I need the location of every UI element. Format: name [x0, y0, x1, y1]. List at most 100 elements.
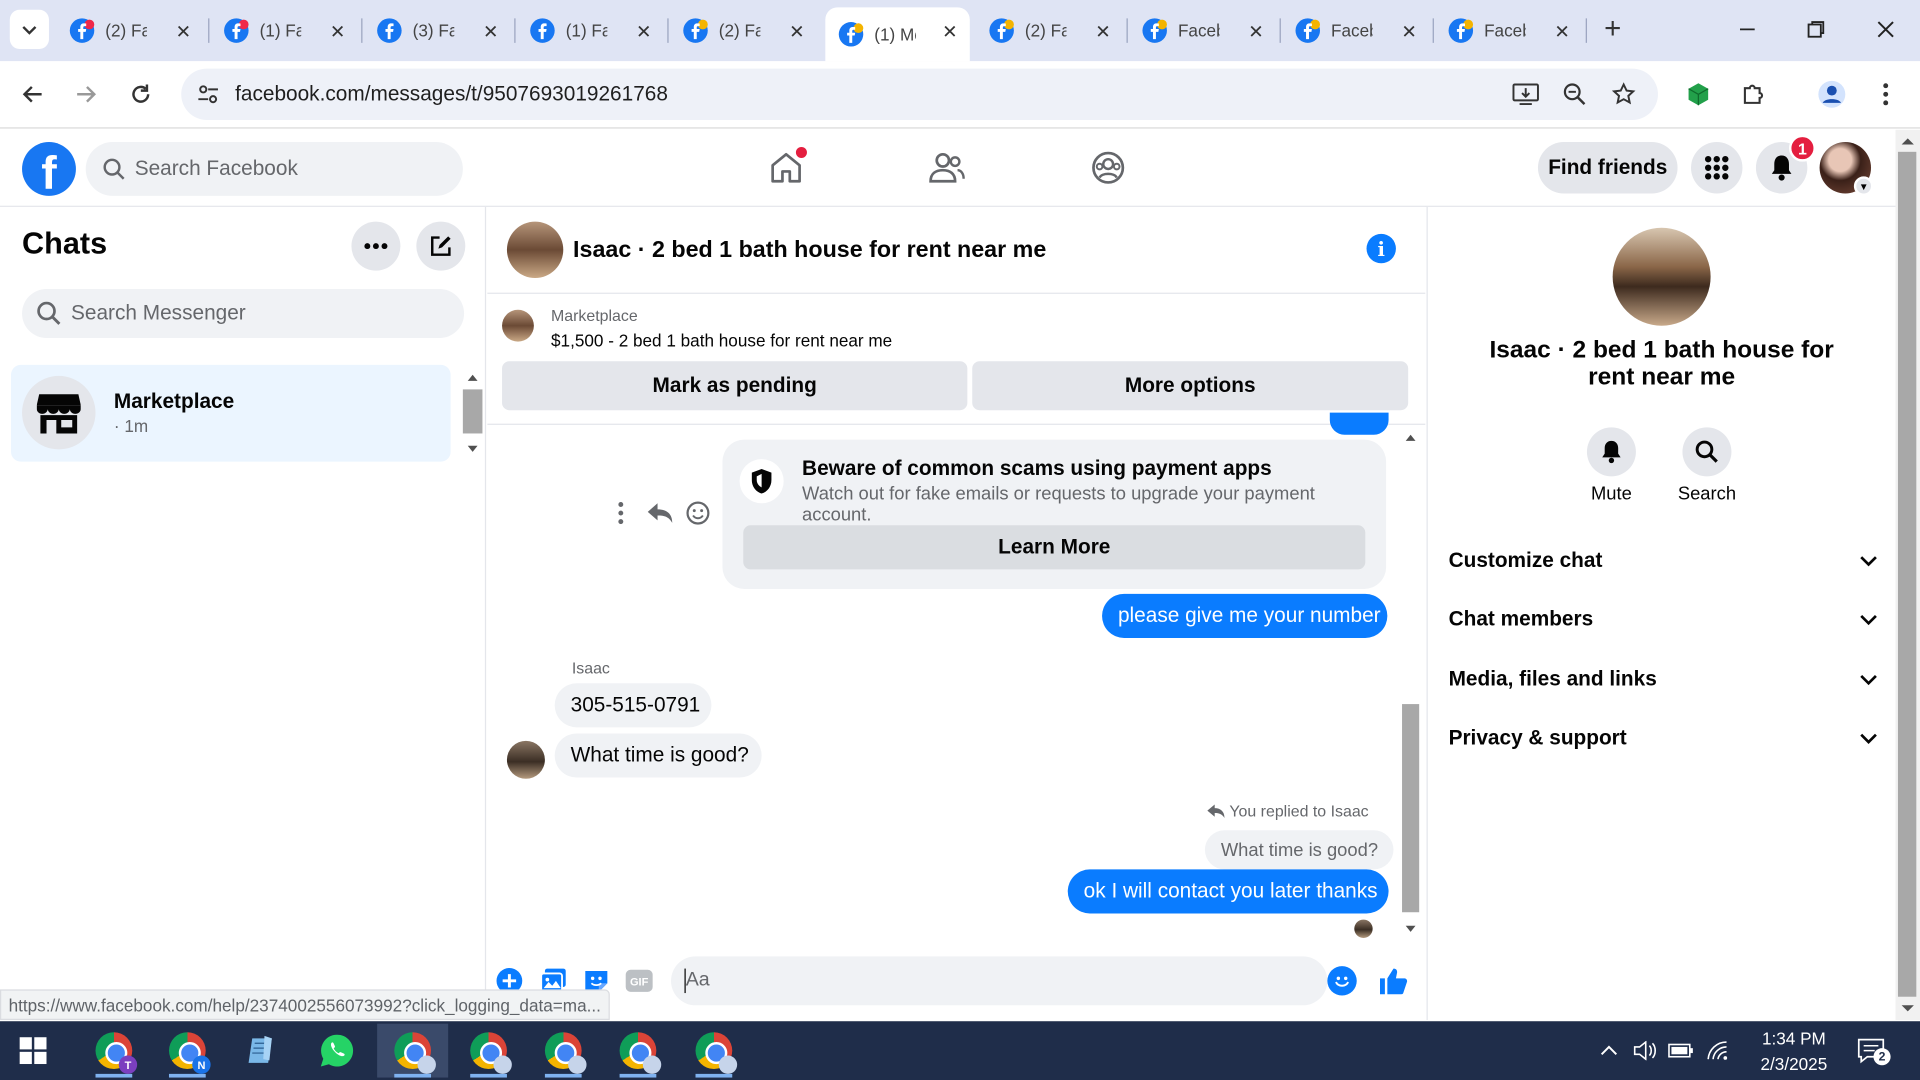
taskbar-chrome-app[interactable]: N	[152, 1024, 223, 1078]
conversation-title[interactable]: Isaac · 2 bed 1 bath house for rent near…	[573, 238, 1046, 265]
taskbar-chrome-app[interactable]	[678, 1024, 749, 1078]
extension-icon[interactable]	[1681, 77, 1715, 111]
message-bubble-incoming[interactable]: What time is good?	[554, 733, 762, 778]
taskbar-chrome-app[interactable]	[453, 1024, 524, 1078]
chats-options-button[interactable]	[351, 221, 401, 271]
scrollbar-thumb[interactable]	[1897, 151, 1917, 997]
emoji-react-icon[interactable]	[686, 501, 710, 525]
browser-tab[interactable]: (2) Fa ✕	[976, 7, 1123, 54]
message-bubble-outgoing[interactable]: please give me your number	[1102, 593, 1388, 638]
gif-button[interactable]: GIF	[624, 966, 653, 995]
taskbar-chrome-app-active[interactable]	[377, 1023, 449, 1078]
browser-tab[interactable]: (2) Fa ✕	[670, 7, 817, 54]
tab-search-button[interactable]	[9, 9, 49, 49]
scroll-down-icon[interactable]	[1401, 922, 1421, 937]
quoted-message[interactable]: What time is good?	[1204, 830, 1394, 870]
scroll-up-icon[interactable]	[463, 371, 483, 383]
show-hidden-icons-button[interactable]	[1594, 1036, 1623, 1065]
page-scrollbar[interactable]	[1895, 129, 1920, 1021]
message-input[interactable]: Aa	[671, 956, 1357, 1006]
sender-avatar[interactable]	[506, 740, 545, 779]
bookmark-star-icon[interactable]	[1609, 80, 1638, 109]
extensions-button[interactable]	[1736, 77, 1770, 111]
url-text[interactable]: facebook.com/messages/t/9507693019261768	[235, 82, 668, 106]
reload-button[interactable]	[122, 76, 159, 113]
listing-price-title[interactable]: $1,500 - 2 bed 1 bath house for rent nea…	[551, 331, 892, 351]
forward-button[interactable]	[67, 76, 104, 113]
scroll-down-icon[interactable]	[1896, 1000, 1920, 1017]
more-options-button[interactable]: More options	[972, 361, 1409, 411]
menu-button[interactable]	[1691, 142, 1743, 194]
windows-start-icon[interactable]	[19, 1037, 47, 1065]
site-info-icon[interactable]	[196, 82, 220, 106]
search-in-conversation-button[interactable]: Search	[1670, 427, 1743, 504]
message-bubble-outgoing[interactable]: ok I will contact you later thanks	[1067, 869, 1389, 914]
battery-button[interactable]	[1667, 1036, 1696, 1065]
scrollbar-thumb[interactable]	[1402, 704, 1420, 913]
browser-tab[interactable]: Faceb ✕	[1129, 7, 1276, 54]
close-tab-icon[interactable]: ✕	[789, 21, 804, 43]
mark-as-pending-button[interactable]: Mark as pending	[502, 361, 968, 411]
taskbar-chrome-app[interactable]	[528, 1024, 599, 1078]
close-tab-icon[interactable]: ✕	[1554, 21, 1569, 43]
browser-tab[interactable]: Faceb ✕	[1282, 7, 1429, 54]
scroll-up-icon[interactable]	[1401, 430, 1421, 445]
taskbar-chrome-app[interactable]: T	[78, 1024, 149, 1078]
listing-thumbnail[interactable]	[502, 309, 534, 342]
close-tab-icon[interactable]: ✕	[1401, 21, 1416, 43]
action-center-button[interactable]: 2	[1856, 1036, 1891, 1066]
close-window-button[interactable]	[1869, 12, 1903, 46]
chat-list-scrollbar[interactable]	[462, 371, 483, 459]
new-message-button[interactable]	[416, 221, 466, 271]
close-tab-icon[interactable]: ✕	[636, 21, 651, 43]
customize-chat-section[interactable]: Customize chat	[1449, 536, 1878, 585]
browser-tab[interactable]: Faceb ✕	[1435, 7, 1582, 54]
message-bubble-incoming[interactable]: 305-515-0791	[554, 683, 712, 728]
back-button[interactable]	[15, 76, 52, 113]
browser-tab[interactable]: (2) Fa ✕	[56, 7, 203, 54]
browser-tab-active[interactable]: (1) Me ✕	[825, 7, 970, 62]
restore-button[interactable]	[1799, 12, 1833, 46]
info-icon[interactable]: i	[1366, 233, 1396, 264]
taskbar-whatsapp-app[interactable]	[301, 1024, 372, 1078]
facebook-search[interactable]: Search Facebook	[85, 142, 463, 196]
profile-button[interactable]	[1815, 77, 1849, 111]
scroll-down-icon[interactable]	[463, 443, 483, 455]
wifi-button[interactable]	[1704, 1036, 1733, 1065]
chat-list-item[interactable]: Marketplace · 1m	[11, 364, 451, 462]
install-app-icon[interactable]	[1511, 80, 1540, 109]
media-files-links-section[interactable]: Media, files and links	[1449, 655, 1878, 704]
minimize-button[interactable]	[1730, 12, 1764, 46]
browser-menu-button[interactable]	[1869, 77, 1903, 111]
close-tab-icon[interactable]: ✕	[483, 21, 498, 43]
close-tab-icon[interactable]: ✕	[942, 21, 957, 43]
close-tab-icon[interactable]: ✕	[1248, 21, 1263, 43]
message-bubble-outgoing[interactable]	[1329, 412, 1389, 435]
taskbar-chrome-app[interactable]	[602, 1024, 673, 1078]
facebook-logo[interactable]: f	[22, 142, 76, 196]
close-tab-icon[interactable]: ✕	[1095, 21, 1110, 43]
close-tab-icon[interactable]: ✕	[330, 21, 345, 43]
browser-tab[interactable]: (1) Fa ✕	[517, 7, 664, 54]
browser-tab[interactable]: (3) Fa ✕	[364, 7, 511, 54]
taskbar-clock[interactable]: 1:34 PM 2/3/2025	[1739, 1026, 1849, 1077]
volume-button[interactable]	[1631, 1036, 1660, 1065]
conversation-scrollbar[interactable]	[1401, 427, 1421, 936]
more-vertical-icon[interactable]	[617, 502, 624, 525]
find-friends-button[interactable]: Find friends	[1537, 142, 1678, 194]
nav-friends[interactable]	[926, 147, 968, 189]
taskbar-notepad-app[interactable]	[227, 1024, 298, 1078]
scroll-up-icon[interactable]	[1896, 132, 1920, 149]
mute-button[interactable]: Mute	[1575, 427, 1648, 504]
address-bar[interactable]: facebook.com/messages/t/9507693019261768	[181, 68, 1658, 121]
privacy-support-section[interactable]: Privacy & support	[1449, 714, 1878, 763]
chevron-down-icon[interactable]: ▼	[1853, 176, 1874, 196]
learn-more-button[interactable]: Learn More	[743, 525, 1366, 570]
scrollbar-thumb[interactable]	[462, 389, 483, 434]
emoji-button[interactable]	[1327, 966, 1357, 996]
browser-tab[interactable]: (1) Fa ✕	[211, 7, 358, 54]
info-avatar[interactable]	[1612, 227, 1711, 326]
conversation-avatar[interactable]	[506, 221, 564, 278]
reply-icon[interactable]	[647, 502, 674, 524]
chat-members-section[interactable]: Chat members	[1449, 595, 1878, 644]
